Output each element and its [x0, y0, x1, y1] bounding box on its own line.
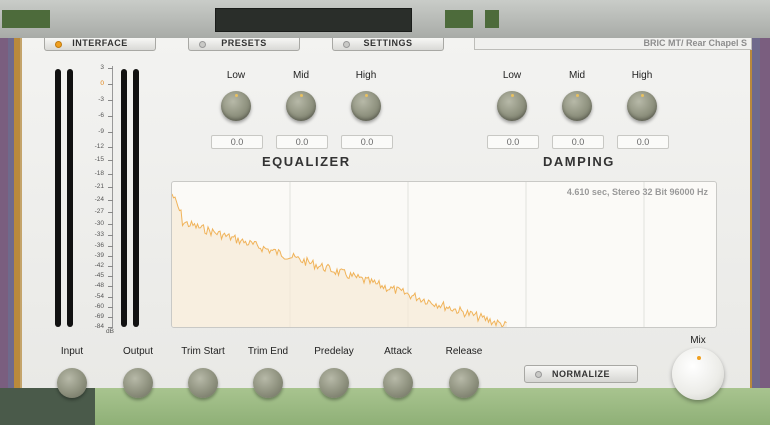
meter-scale-line	[112, 66, 113, 328]
meter-tick: -6	[76, 112, 113, 119]
damping-mid-label: Mid	[568, 70, 586, 81]
output-knob[interactable]	[123, 368, 153, 398]
meter-tick: -24	[76, 196, 113, 203]
meter-tick-zero: 0	[76, 80, 113, 87]
release-knob[interactable]	[449, 368, 479, 398]
meter-tick: -42	[76, 262, 113, 269]
eq-mid-knob[interactable]	[286, 91, 316, 121]
eq-low-knob[interactable]	[221, 91, 251, 121]
meter-tick: -84	[76, 323, 113, 330]
settings-button[interactable]: SETTINGS	[332, 38, 444, 51]
mix-label: Mix	[690, 335, 706, 346]
host-toolbar	[0, 0, 770, 38]
normalize-button-label: NORMALIZE	[552, 369, 610, 379]
settings-button-label: SETTINGS	[363, 38, 413, 48]
meter-tick: -48	[76, 282, 113, 289]
meter-unit: dB	[106, 328, 114, 335]
eq-mid-value[interactable]: 0.0	[276, 135, 328, 149]
normalize-led-icon	[535, 371, 542, 378]
meter-tick: -54	[76, 293, 113, 300]
trim-start-label: Trim Start	[181, 346, 225, 357]
damping-high-knob[interactable]	[627, 91, 657, 121]
presets-button[interactable]: PRESETS	[188, 38, 300, 51]
meter-scale: 3 0 -3 -6 -9 -12 -15 -18 -21 -24 -27 -30…	[76, 64, 136, 336]
presets-led-icon	[199, 41, 206, 48]
interface-button[interactable]: INTERFACE	[44, 38, 156, 51]
waveform-fill	[172, 193, 507, 327]
reverb-plugin-panel: INTERFACE PRESETS SETTINGS BRIC MT/ Rear…	[20, 38, 752, 400]
eq-low-label: Low	[226, 70, 246, 81]
input-label: Input	[60, 346, 84, 357]
damping-high-label: High	[631, 70, 653, 81]
host-track-indicator	[485, 10, 499, 28]
eq-high-value[interactable]: 0.0	[341, 135, 393, 149]
meter-tick: -21	[76, 183, 113, 190]
input-meter-left	[55, 69, 61, 327]
waveform-plot	[172, 182, 645, 327]
mix-knob[interactable]	[672, 348, 724, 400]
damping-mid-knob[interactable]	[562, 91, 592, 121]
meter-tick: -39	[76, 252, 113, 259]
impulse-name-field[interactable]: BRIC MT/ Rear Chapel S	[474, 38, 752, 50]
damping-mid-value[interactable]: 0.0	[552, 135, 604, 149]
host-track-strip-left	[0, 38, 20, 393]
settings-led-icon	[343, 41, 350, 48]
damping-title: DAMPING	[543, 154, 615, 169]
ir-info-text: 4.610 sec, Stereo 32 Bit 96000 Hz	[566, 187, 708, 197]
damping-low-label: Low	[502, 70, 522, 81]
host-counter-display	[215, 8, 412, 32]
normalize-button[interactable]: NORMALIZE	[524, 365, 638, 383]
meter-tick: -60	[76, 303, 113, 310]
meter-tick: -30	[76, 220, 113, 227]
meter-tick: -45	[76, 272, 113, 279]
meter-tick: -69	[76, 313, 113, 320]
trim-end-label: Trim End	[247, 346, 289, 357]
host-track-strip-right	[748, 38, 770, 393]
meter-tick: -3	[76, 96, 113, 103]
predelay-label: Predelay	[314, 346, 354, 357]
meter-tick: -18	[76, 170, 113, 177]
host-timeline	[0, 388, 770, 425]
attack-label: Attack	[384, 346, 412, 357]
meter-tick: -27	[76, 208, 113, 215]
meter-tick: -36	[76, 242, 113, 249]
meter-tick: -12	[76, 143, 113, 150]
input-meter-right	[67, 69, 73, 327]
damping-low-value[interactable]: 0.0	[487, 135, 539, 149]
eq-high-label: High	[355, 70, 377, 81]
trim-start-knob[interactable]	[188, 368, 218, 398]
eq-low-value[interactable]: 0.0	[211, 135, 263, 149]
interface-button-label: INTERFACE	[72, 38, 128, 48]
meter-tick: -9	[76, 128, 113, 135]
damping-high-value[interactable]: 0.0	[617, 135, 669, 149]
meter-tick: -15	[76, 156, 113, 163]
damping-low-knob[interactable]	[497, 91, 527, 121]
host-track-indicator	[445, 10, 473, 28]
meter-tick: 3	[76, 64, 113, 71]
release-label: Release	[445, 346, 483, 357]
predelay-knob[interactable]	[319, 368, 349, 398]
meter-tick: -33	[76, 231, 113, 238]
host-track-indicator	[2, 10, 50, 28]
presets-button-label: PRESETS	[221, 38, 267, 48]
output-label: Output	[122, 346, 154, 357]
interface-led-icon	[55, 41, 62, 48]
eq-high-knob[interactable]	[351, 91, 381, 121]
eq-mid-label: Mid	[292, 70, 310, 81]
equalizer-title: EQUALIZER	[262, 154, 351, 169]
attack-knob[interactable]	[383, 368, 413, 398]
input-knob[interactable]	[57, 368, 87, 398]
trim-end-knob[interactable]	[253, 368, 283, 398]
impulse-response-display[interactable]: 4.610 sec, Stereo 32 Bit 96000 Hz	[171, 181, 717, 328]
